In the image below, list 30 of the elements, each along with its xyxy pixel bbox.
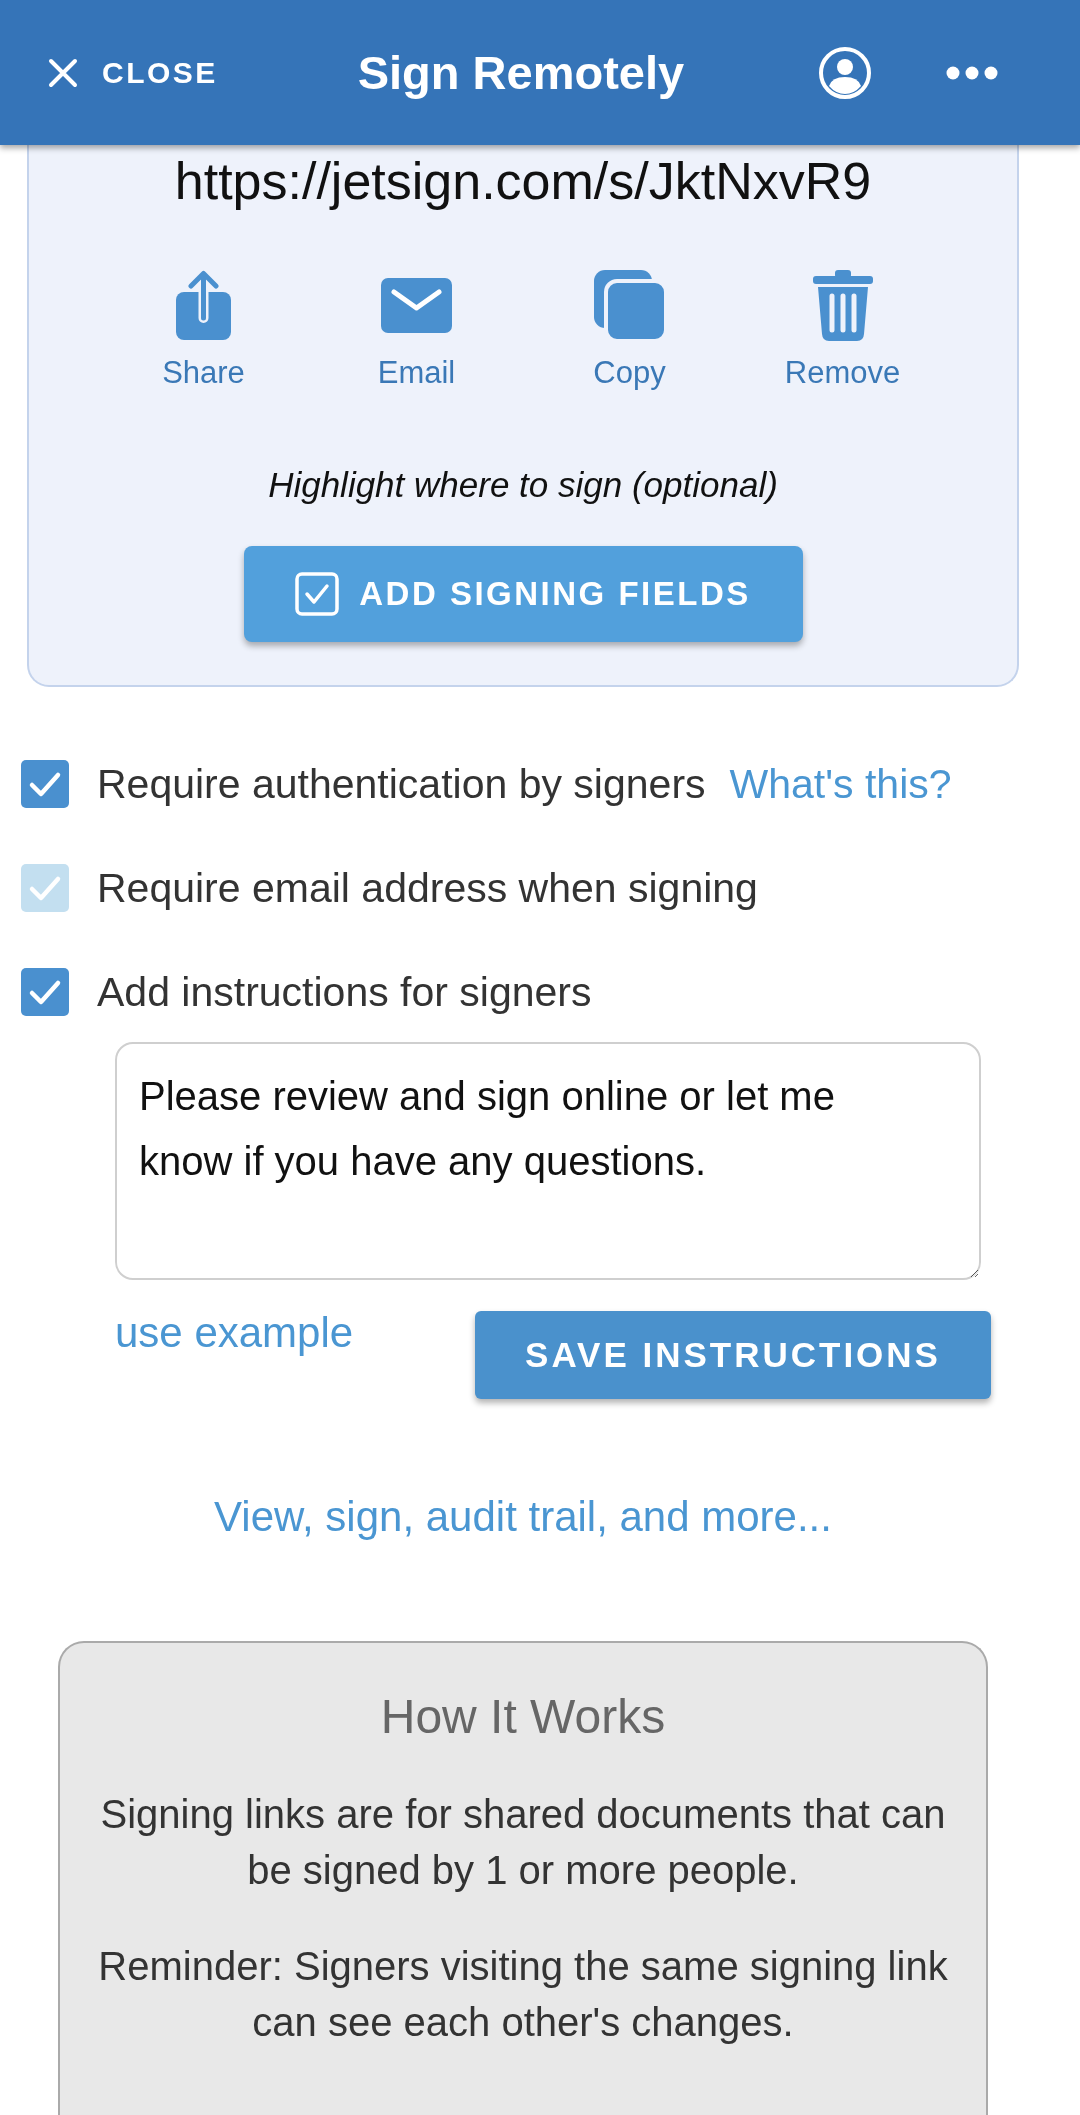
- window-title: Sign Remotely: [357, 44, 685, 101]
- checkbox-icon: [295, 572, 340, 616]
- copy-button[interactable]: Copy: [523, 269, 736, 391]
- more-link[interactable]: View, sign, audit trail, and more...: [214, 1492, 832, 1542]
- use-example-link[interactable]: use example: [115, 1308, 354, 1358]
- card-title: How It Works: [379, 1689, 667, 1745]
- share-icon: [175, 269, 232, 341]
- email-button[interactable]: Email: [310, 269, 523, 391]
- close-icon: [48, 57, 78, 88]
- card-paragraph: Signing links are for shared documents that can be signed by 1 or more people.: [99, 1791, 947, 1894]
- instructions-field[interactable]: Please review and sign online or let me know if you have any questions.: [115, 1042, 981, 1280]
- checkbox-label: Require authentication by signers: [97, 760, 706, 809]
- envelope-icon: [381, 277, 452, 333]
- trash-icon: [812, 269, 873, 341]
- close-button[interactable]: CLOSE: [48, 46, 224, 99]
- more-options-icon[interactable]: [946, 65, 998, 80]
- card-paragraph: Reminder: Signers visiting the same signing link can see each other's changes.: [97, 1943, 949, 2046]
- share-button[interactable]: Share: [97, 269, 310, 391]
- copy-icon: [593, 269, 666, 341]
- signing-url: https://jetsign.com/s/JktNxvR9: [174, 151, 872, 211]
- checkbox-label: Add instructions for signers: [97, 968, 592, 1017]
- checkbox[interactable]: [21, 760, 69, 808]
- hint-text: Highlight where to sign (optional): [268, 465, 778, 505]
- account-icon[interactable]: [818, 45, 872, 100]
- remove-button[interactable]: Remove: [736, 269, 949, 391]
- checkbox[interactable]: [21, 968, 69, 1016]
- save-instructions-button[interactable]: SAVE INSTRUCTIONS: [475, 1311, 991, 1399]
- checkbox-label: Require email address when signing: [97, 864, 758, 913]
- help-link[interactable]: What's this?: [729, 759, 952, 809]
- add-signing-fields-button[interactable]: ADD SIGNING FIELDS: [243, 546, 803, 642]
